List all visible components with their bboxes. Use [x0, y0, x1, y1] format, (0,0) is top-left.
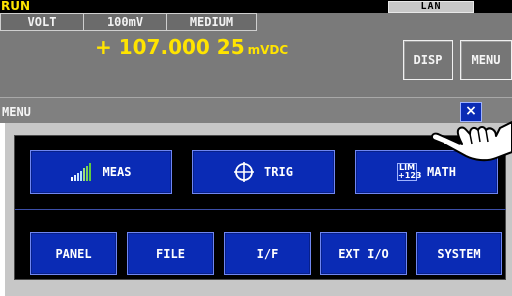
function-setting[interactable]: VOLT — [0, 14, 84, 30]
lim-icon-bottom: +123 — [398, 171, 422, 180]
file-button[interactable]: FILE — [127, 232, 214, 275]
trig-crosshair-icon — [234, 162, 255, 182]
math-label: MATH — [427, 165, 456, 179]
reading-value: + 107.000 25 — [95, 35, 245, 59]
range-setting[interactable]: 100mV — [84, 14, 167, 30]
meas-button[interactable]: MEAS — [30, 150, 172, 194]
trig-label: TRIG — [264, 165, 293, 179]
disp-button[interactable]: DISP — [403, 40, 453, 80]
lim-math-icon: LIM +123 — [397, 163, 421, 181]
run-indicator: RUN — [1, 0, 31, 13]
status-bar: RUN LAN — [0, 0, 512, 13]
meas-label: MEAS — [102, 165, 132, 179]
pointing-hand-icon — [430, 100, 512, 164]
status-display: RUN LAN VOLT 100mV MEDIUM + 107.000 25 mV… — [0, 0, 512, 97]
speed-setting[interactable]: MEDIUM — [167, 14, 257, 30]
menu-button[interactable]: MENU — [460, 40, 512, 80]
panel-button[interactable]: PANEL — [30, 232, 117, 275]
if-button[interactable]: I/F — [224, 232, 311, 275]
measurement-reading: + 107.000 25 mVDC — [95, 34, 288, 63]
measurement-settings: VOLT 100mV MEDIUM — [0, 13, 257, 31]
row-divider — [15, 209, 506, 210]
menu-title: MENU — [2, 105, 31, 119]
meas-bars-icon — [70, 163, 93, 181]
ext-io-button[interactable]: EXT I/O — [320, 232, 407, 275]
lan-indicator: LAN — [388, 1, 474, 13]
trig-button[interactable]: TRIG — [192, 150, 335, 194]
reading-unit: mVDC — [247, 43, 289, 57]
system-button[interactable]: SYSTEM — [416, 232, 502, 275]
